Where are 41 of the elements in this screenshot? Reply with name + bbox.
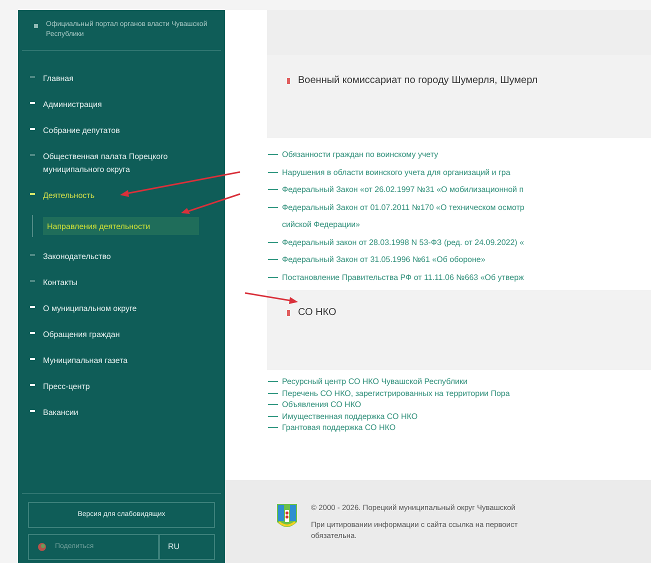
nav-item[interactable]: Муниципальная газета [43, 354, 128, 367]
annotation-arrow [244, 292, 298, 304]
document-link[interactable]: Перечень СО НКО, зарегистрированных на территории Пора [282, 388, 510, 399]
document-link[interactable]: Федеральный Закон «от 26.02.1997 №31 «О мобилизационной п [282, 181, 524, 198]
chevron-icon [287, 78, 290, 84]
nav-subitem[interactable]: Направления деятельности [43, 217, 199, 235]
nav-item[interactable]: Деятельность [43, 189, 94, 202]
document-link[interactable]: Имущественная поддержка СО НКО [282, 410, 418, 422]
document-link[interactable]: Федеральный закон от 28.03.1998 N 53-ФЗ (ред. от 24.09.2022) « [282, 234, 524, 251]
nav-item[interactable]: Контакты [43, 276, 78, 289]
dash-icon [268, 276, 278, 278]
nav-item[interactable]: Законодательство [43, 250, 111, 263]
document-link[interactable]: Обязанности граждан по воинскому учету [282, 146, 438, 164]
document-link[interactable]: Нарушения в области воинского учета для организаций и гра [282, 164, 510, 181]
document-link[interactable]: Грантовая поддержка СО НКО [282, 422, 396, 434]
dash-icon [268, 259, 278, 260]
bullet-icon [34, 24, 38, 28]
nav-item[interactable]: О муниципальном округе [43, 302, 137, 315]
language-select[interactable]: RU [159, 534, 215, 560]
chevron-icon [287, 310, 290, 316]
nav-item[interactable]: Пресс-центр [43, 380, 90, 393]
dash-icon [268, 242, 278, 243]
document-link[interactable]: сийской Федерации» [282, 216, 360, 234]
nav-item[interactable]: Вакансии [43, 406, 78, 419]
nav-item[interactable]: Главная [43, 72, 74, 85]
nav-item[interactable]: Общественная палата Порецкого муниципального округа [43, 150, 213, 176]
document-link[interactable]: Федеральный Закон от 01.07.2011 №170 «О техническом осмотр [282, 198, 524, 216]
share-icon [37, 542, 47, 552]
nav-item[interactable]: Администрация [43, 98, 102, 111]
document-link[interactable]: Федеральный Закон от 31.05.1996 №61 «Об обороне» [282, 251, 486, 268]
dash-icon [268, 189, 278, 190]
dash-icon [268, 206, 278, 208]
section-title[interactable]: Военный комиссариат по городу Шумерля, Шумерл [298, 75, 538, 87]
dash-icon [268, 154, 278, 156]
document-link[interactable]: Объявления СО НКО [282, 399, 362, 410]
nav-item[interactable]: Собрание депутатов [43, 124, 120, 137]
document-link[interactable]: Ресурсный центр СО НКО Чувашской Республики [282, 376, 468, 388]
nav-item[interactable]: Обращения граждан [43, 328, 120, 341]
document-link[interactable]: Постановление Правительства РФ от 11.11.06 №663 «Об утверж [282, 268, 524, 286]
dash-icon [268, 172, 278, 173]
section-title[interactable]: СО НКО [298, 307, 336, 319]
